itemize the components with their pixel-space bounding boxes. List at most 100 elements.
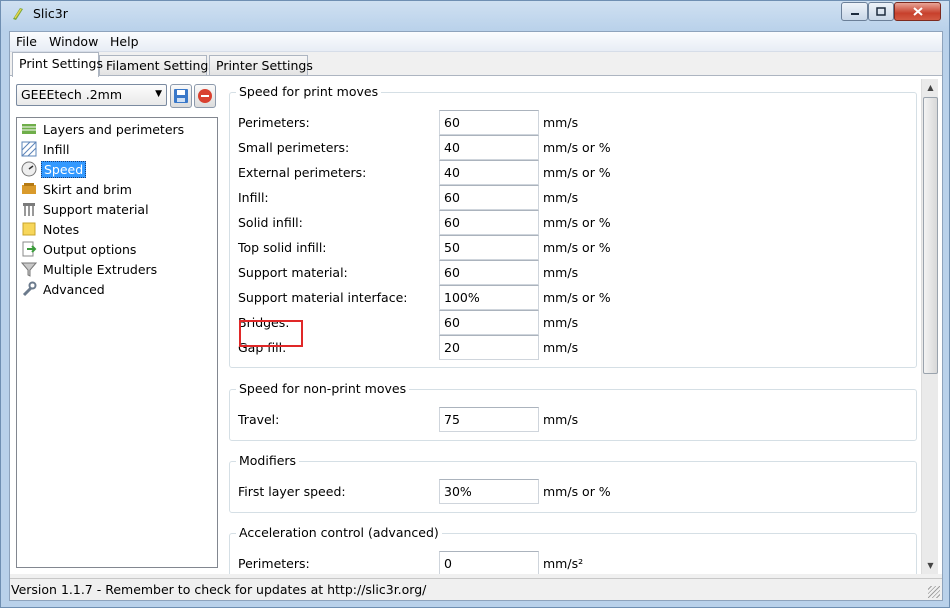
tree-item-label: Infill [43,141,70,157]
setting-row: Solid infill: 60 mm/s or % [230,210,910,235]
tab-print-settings[interactable]: Print Settings [12,52,103,77]
window-title: Slic3r [33,6,68,21]
setting-label: Solid infill: [238,215,303,230]
setting-label: Top solid infill: [238,240,327,255]
setting-row: Top solid infill: 50 mm/s or % [230,235,910,260]
setting-unit: mm/s or % [543,215,611,230]
setting-unit: mm/s [543,115,579,130]
tree-item-label: Output options [43,241,137,257]
setting-input[interactable]: 60 [439,260,539,285]
setting-unit: mm/s [543,265,579,280]
group-print-moves: Speed for print moves Perimeters: 60 mm/… [229,84,917,368]
setting-input[interactable]: 40 [439,135,539,160]
setting-input[interactable]: 60 [439,110,539,135]
resize-grip-icon[interactable] [928,586,940,598]
tree-item-output[interactable]: Output options [21,240,138,258]
tree-item-label: Advanced [43,281,105,297]
minimize-icon [850,12,859,15]
setting-label: Perimeters: [238,556,310,571]
save-icon [174,89,188,103]
setting-input[interactable]: 75 [439,407,539,432]
setting-input[interactable]: 100% [439,285,539,310]
maximize-button[interactable] [868,2,894,21]
skirt-icon [22,183,36,194]
setting-row: Infill: 60 mm/s [230,185,910,210]
setting-unit: mm/s² [543,556,584,571]
setting-row: Bridges: 60 mm/s [230,310,910,335]
settings-tree: Layers and perimeters Infill Speed Skirt… [16,117,218,568]
chevron-down-icon: ▼ [155,89,162,99]
setting-input[interactable]: 0 [439,551,539,574]
tree-item-support[interactable]: Support material [21,200,151,218]
scroll-up-icon[interactable]: ▲ [922,79,939,96]
scrollbar-thumb[interactable] [923,97,938,374]
close-icon [912,7,923,16]
setting-input[interactable]: 50 [439,235,539,260]
scroll-down-icon[interactable]: ▼ [922,557,939,574]
save-preset-button[interactable] [170,84,192,108]
maximize-icon [876,7,886,16]
group-title: Acceleration control (advanced) [236,525,442,540]
tree-item-label: Notes [43,221,80,237]
tree-item-label: Layers and perimeters [43,121,185,137]
tree-item-layers[interactable]: Layers and perimeters [21,120,186,138]
setting-unit: mm/s or % [543,140,611,155]
tree-item-advanced[interactable]: Advanced [21,280,107,298]
tab-printer-settings[interactable]: Printer Settings [209,55,313,76]
tree-item-label: Multiple Extruders [43,261,158,277]
vertical-scrollbar[interactable]: ▲ ▼ [921,79,938,574]
setting-row: Small perimeters: 40 mm/s or % [230,135,910,160]
settings-scroll-pane[interactable]: Speed for print moves Perimeters: 60 mm/… [227,79,939,574]
setting-row: Support material: 60 mm/s [230,260,910,285]
preset-select-value: GEEEtech .2mm [21,87,123,102]
tree-item-speed[interactable]: Speed [21,160,87,178]
setting-unit: mm/s [543,315,579,330]
wrench-icon [22,281,37,297]
preset-select[interactable]: GEEEtech .2mm ▼ [16,84,167,106]
menu-window[interactable]: Window [49,34,98,49]
tree-item-extruders[interactable]: Multiple Extruders [21,260,159,278]
app-window: Slic3r File Window Help Print Settings F… [0,0,950,608]
setting-label: Travel: [238,412,280,427]
setting-input[interactable]: 60 [439,210,539,235]
setting-input[interactable]: 60 [439,310,539,335]
setting-label: Support material: [238,265,348,280]
setting-input[interactable]: 30% [439,479,539,504]
setting-row: Support material interface: 100% mm/s or… [230,285,910,310]
infill-icon [21,141,37,157]
group-title: Speed for print moves [236,84,382,99]
setting-label: First layer speed: [238,484,346,499]
tree-item-label: Skirt and brim [43,181,132,197]
minimize-button[interactable] [841,2,868,21]
setting-row: First layer speed: 30% mm/s or % [230,479,910,504]
setting-label: Small perimeters: [238,140,350,155]
setting-unit: mm/s [543,340,579,355]
setting-label: Perimeters: [238,115,310,130]
tab-filament-settings[interactable]: Filament Settings [99,55,215,76]
setting-input[interactable]: 60 [439,185,539,210]
tree-item-notes[interactable]: Notes [21,220,81,238]
title-bar[interactable]: Slic3r [1,1,949,29]
menu-bar: File Window Help [10,32,942,52]
tree-item-infill[interactable]: Infill [21,140,71,158]
setting-input[interactable]: 40 [439,160,539,185]
group-non-print-moves: Speed for non-print moves Travel: 75 mm/… [229,381,917,441]
menu-help[interactable]: Help [110,34,139,49]
setting-input[interactable]: 20 [439,335,539,360]
print-settings-pane: GEEEtech .2mm ▼ Layers and perimeters In… [10,75,942,574]
close-button[interactable] [894,2,941,21]
delete-preset-button[interactable] [194,84,216,108]
setting-row: Perimeters: 0 mm/s² [230,551,910,574]
tree-item-skirt[interactable]: Skirt and brim [21,180,134,198]
menu-file[interactable]: File [16,34,37,49]
setting-unit: mm/s or % [543,165,611,180]
note-icon [22,222,36,236]
group-title: Modifiers [236,453,300,468]
setting-unit: mm/s or % [543,290,611,305]
setting-unit: mm/s [543,412,579,427]
group-modifiers: Modifiers First layer speed: 30% mm/s or… [229,453,917,513]
status-bar: Version 1.1.7 - Remember to check for up… [10,578,942,600]
output-icon [22,241,37,257]
client-area: File Window Help Print Settings Filament… [9,31,943,601]
tree-item-label: Speed [41,160,87,178]
